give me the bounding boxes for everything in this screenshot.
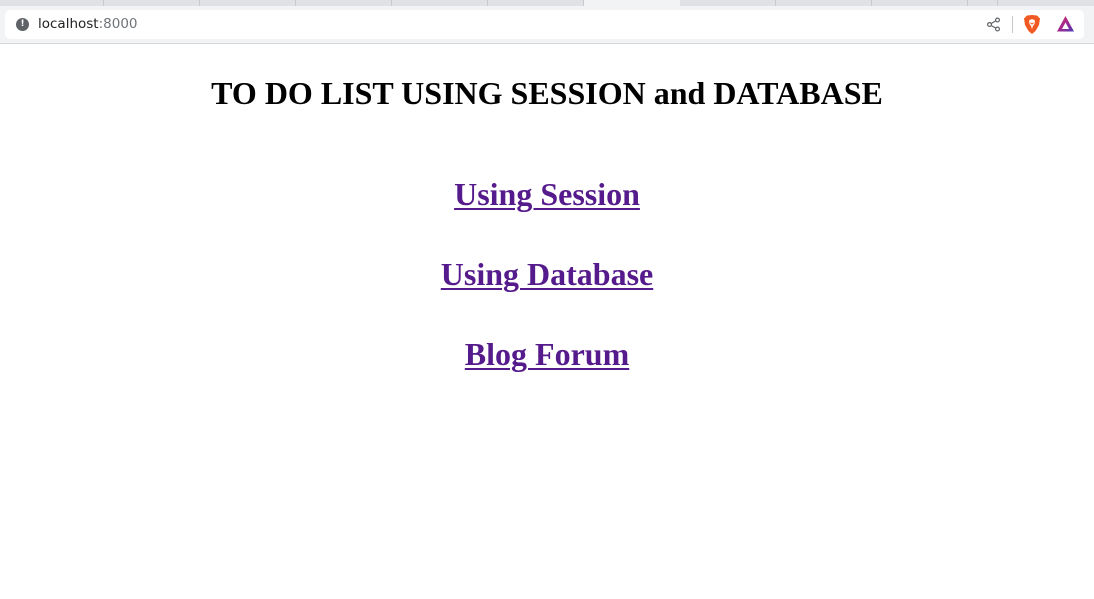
address-bar[interactable]: ! localhost:8000 — [5, 10, 1084, 39]
page-title: TO DO LIST USING SESSION and DATABASE — [211, 75, 883, 111]
link-blog-forum[interactable]: Blog Forum — [465, 336, 629, 372]
toolbar-separator — [1012, 16, 1013, 33]
page-content: TO DO LIST USING SESSION and DATABASE Us… — [0, 45, 1094, 599]
link-using-database[interactable]: Using Database — [441, 256, 653, 292]
url-port: :8000 — [98, 16, 138, 32]
url-host: localhost — [38, 16, 99, 32]
url-text[interactable]: localhost:8000 — [38, 16, 138, 33]
brave-shields-icon[interactable] — [1022, 14, 1042, 35]
info-icon[interactable]: ! — [16, 18, 29, 31]
browser-toolbar: ! localhost:8000 — [0, 6, 1094, 44]
link-using-session-heading: Using Session — [0, 174, 1094, 214]
share-icon[interactable] — [986, 17, 1001, 32]
link-blog-forum-heading: Blog Forum — [0, 334, 1094, 374]
brave-rewards-icon[interactable] — [1056, 15, 1075, 33]
link-using-session[interactable]: Using Session — [454, 176, 640, 212]
link-using-database-heading: Using Database — [0, 254, 1094, 294]
